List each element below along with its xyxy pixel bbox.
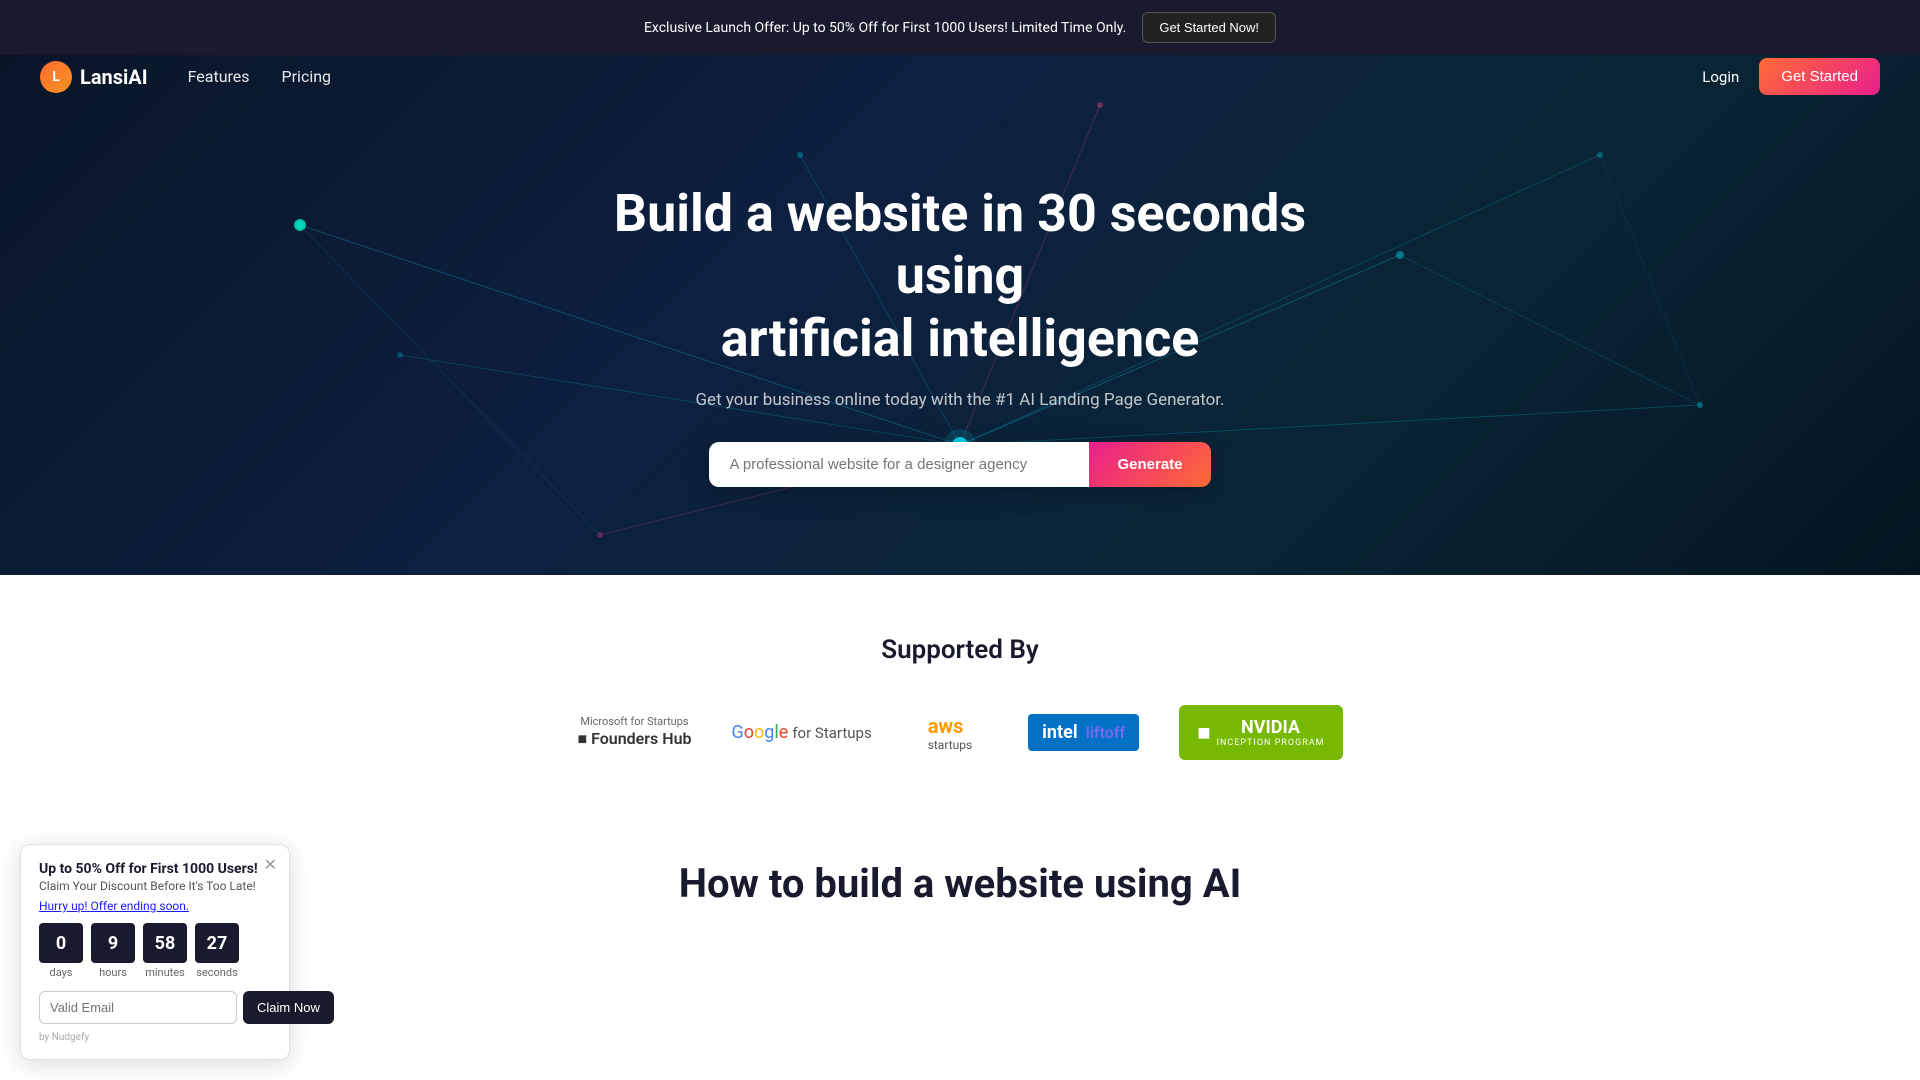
hero-section: Build a website in 30 seconds using arti… xyxy=(0,55,1920,575)
supported-title: Supported By xyxy=(40,635,1880,665)
countdown-seconds: 27 seconds xyxy=(195,923,239,979)
offer-widget: ✕ Up to 50% Off for First 1000 Users! Cl… xyxy=(20,844,290,1060)
hours-label: hours xyxy=(99,966,127,979)
logo-link[interactable]: L LansiAI xyxy=(40,61,148,93)
nvidia-logo: ■ NVIDIA INCEPTION PROGRAM xyxy=(1179,705,1342,760)
countdown-days: 0 days xyxy=(39,923,83,979)
days-value: 0 xyxy=(39,923,83,963)
how-title: How to build a website using AI xyxy=(40,860,1880,907)
login-link[interactable]: Login xyxy=(1702,68,1739,86)
days-label: days xyxy=(50,966,73,979)
website-description-input[interactable] xyxy=(709,442,1089,487)
countdown-minutes: 58 minutes xyxy=(143,923,187,979)
banner-cta-button[interactable]: Get Started Now! xyxy=(1142,12,1276,43)
minutes-value: 58 xyxy=(143,923,187,963)
offer-close-button[interactable]: ✕ xyxy=(264,855,277,875)
seconds-label: seconds xyxy=(196,966,238,979)
seconds-value: 27 xyxy=(195,923,239,963)
google-logo: Google for Startups xyxy=(732,722,872,743)
nav-features[interactable]: Features xyxy=(188,67,250,86)
generate-button[interactable]: Generate xyxy=(1089,442,1210,487)
hero-title: Build a website in 30 seconds using arti… xyxy=(610,183,1310,370)
microsoft-logo: Microsoft for Startups ■ Founders Hub xyxy=(577,715,691,750)
intel-liftoff-logo: intel liftoff xyxy=(1028,714,1139,751)
get-started-button[interactable]: Get Started xyxy=(1759,58,1880,95)
offer-title: Up to 50% Off for First 1000 Users! xyxy=(39,861,271,877)
claim-button[interactable]: Claim Now xyxy=(243,991,334,1024)
offer-hurry-text[interactable]: Hurry up! Offer ending soon. xyxy=(39,899,271,913)
navbar: L LansiAI Features Pricing Login Get Sta… xyxy=(0,44,1920,109)
logos-row: Microsoft for Startups ■ Founders Hub Go… xyxy=(40,705,1880,760)
supported-section: Supported By Microsoft for Startups ■ Fo… xyxy=(0,575,1920,800)
hours-value: 9 xyxy=(91,923,135,963)
hero-subtitle: Get your business online today with the … xyxy=(695,390,1224,410)
logo-text: LansiAI xyxy=(80,65,148,89)
aws-logo: aws startups xyxy=(912,706,988,760)
offer-email-input[interactable] xyxy=(39,991,237,1024)
nav-links: Features Pricing xyxy=(188,67,331,86)
offer-input-row: Claim Now xyxy=(39,991,271,1024)
nav-right: Login Get Started xyxy=(1702,58,1880,95)
offer-subtitle: Claim Your Discount Before It's Too Late… xyxy=(39,879,271,893)
banner-text: Exclusive Launch Offer: Up to 50% Off fo… xyxy=(644,20,1126,36)
minutes-label: minutes xyxy=(145,966,185,979)
countdown-hours: 9 hours xyxy=(91,923,135,979)
offer-by-text: by Nudgefy xyxy=(39,1032,271,1043)
hero-input-row: Generate xyxy=(709,442,1210,487)
nav-pricing[interactable]: Pricing xyxy=(282,67,332,86)
countdown-row: 0 days 9 hours 58 minutes 27 seconds xyxy=(39,923,271,979)
logo-icon: L xyxy=(40,61,72,93)
